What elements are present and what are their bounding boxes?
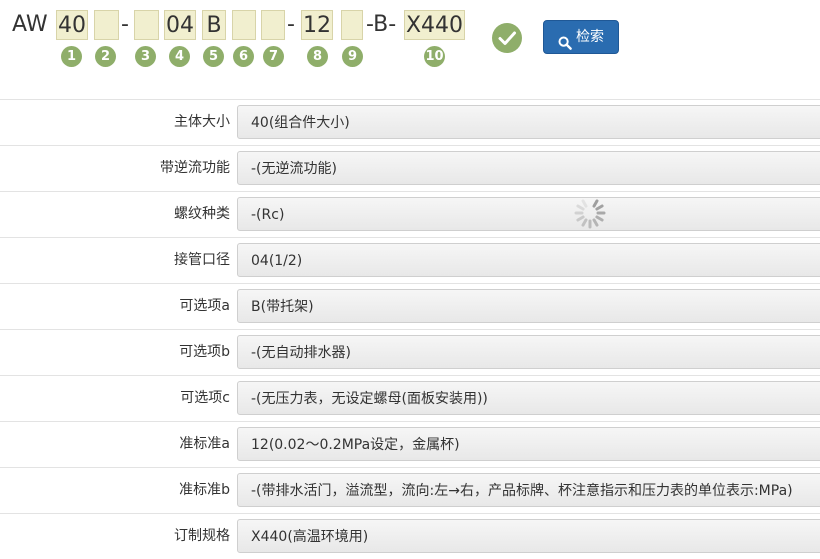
segment-number-7: 7 xyxy=(263,46,284,67)
spec-select-body-size[interactable]: 40(组合件大小) xyxy=(237,105,820,139)
spec-row-option-b: 可选项b -(无自动排水器) xyxy=(0,329,820,375)
spec-label: 接管口径 xyxy=(174,252,230,268)
model-prefix: AW xyxy=(12,12,48,37)
code-dash-1: - xyxy=(121,12,129,37)
spec-select-custom-spec[interactable]: X440(高温环境用) xyxy=(237,519,820,553)
spec-label: 订制规格 xyxy=(174,528,230,544)
code-segment-1[interactable]: 40 xyxy=(56,10,88,40)
code-segment-4[interactable]: 04 xyxy=(164,10,196,40)
spec-row-backflow: 带逆流功能 -(无逆流功能) xyxy=(0,145,820,191)
spec-select-semi-standard-b[interactable]: -(带排水活门，溢流型，流向:左→右，产品标牌、杯注意指示和压力表的单位表示:M… xyxy=(237,473,820,507)
segment-number-1: 1 xyxy=(61,46,82,67)
spec-label: 螺纹种类 xyxy=(174,206,230,222)
segment-number-6: 6 xyxy=(233,46,254,67)
check-circle-icon xyxy=(492,23,522,53)
spec-label: 准标准b xyxy=(179,482,230,498)
search-button[interactable]: 检索 xyxy=(543,20,619,54)
code-segment-9[interactable] xyxy=(341,10,363,40)
spec-label: 可选项c xyxy=(180,390,230,406)
search-button-label: 检索 xyxy=(576,29,604,45)
spec-select-option-c[interactable]: -(无压力表，无设定螺母(面板安装用)) xyxy=(237,381,820,415)
search-icon xyxy=(558,30,572,50)
spec-row-semi-standard-a: 准标准a 12(0.02～0.2MPa设定，金属杯) xyxy=(0,421,820,467)
spec-select-option-a[interactable]: B(带托架) xyxy=(237,289,820,323)
code-dash-2: - xyxy=(287,12,295,37)
code-segment-7[interactable] xyxy=(261,10,285,40)
spec-select-thread-type[interactable]: -(Rc) xyxy=(237,197,820,231)
segment-number-10: 10 xyxy=(424,46,445,67)
spec-row-semi-standard-b: 准标准b -(带排水活门，溢流型，流向:左→右，产品标牌、杯注意指示和压力表的单… xyxy=(0,467,820,513)
loading-spinner-icon xyxy=(573,196,607,230)
spec-table: 主体大小 40(组合件大小) 带逆流功能 -(无逆流功能) 螺纹种类 -(Rc)… xyxy=(0,99,820,559)
code-dash-3: -B- xyxy=(366,12,397,37)
model-code-bar: AW 40 - 04 B - 12 -B- X440 1 2 3 4 5 6 7… xyxy=(0,0,820,98)
spec-label: 可选项a xyxy=(179,298,230,314)
spec-select-backflow[interactable]: -(无逆流功能) xyxy=(237,151,820,185)
segment-number-5: 5 xyxy=(203,46,224,67)
spec-row-port-size: 接管口径 04(1/2) xyxy=(0,237,820,283)
spec-select-port-size[interactable]: 04(1/2) xyxy=(237,243,820,277)
code-segment-10[interactable]: X440 xyxy=(404,10,465,40)
spec-label: 带逆流功能 xyxy=(160,160,230,176)
spec-row-option-a: 可选项a B(带托架) xyxy=(0,283,820,329)
spec-row-custom-spec: 订制规格 X440(高温环境用) xyxy=(0,513,820,559)
segment-number-9: 9 xyxy=(342,46,363,67)
spec-select-option-b[interactable]: -(无自动排水器) xyxy=(237,335,820,369)
code-segment-5[interactable]: B xyxy=(202,10,226,40)
segment-number-4: 4 xyxy=(169,46,190,67)
spec-label: 可选项b xyxy=(179,344,230,360)
spec-row-option-c: 可选项c -(无压力表，无设定螺母(面板安装用)) xyxy=(0,375,820,421)
spec-select-semi-standard-a[interactable]: 12(0.02～0.2MPa设定，金属杯) xyxy=(237,427,820,461)
segment-number-8: 8 xyxy=(307,46,328,67)
code-segment-3[interactable] xyxy=(134,10,159,40)
segment-number-2: 2 xyxy=(95,46,116,67)
spec-label: 主体大小 xyxy=(174,114,230,130)
spec-row-thread-type: 螺纹种类 -(Rc) xyxy=(0,191,820,237)
spec-label: 准标准a xyxy=(179,436,230,452)
segment-number-3: 3 xyxy=(135,46,156,67)
code-segment-2[interactable] xyxy=(94,10,119,40)
spec-row-body-size: 主体大小 40(组合件大小) xyxy=(0,99,820,145)
code-segment-6[interactable] xyxy=(232,10,256,40)
code-segment-8[interactable]: 12 xyxy=(301,10,333,40)
